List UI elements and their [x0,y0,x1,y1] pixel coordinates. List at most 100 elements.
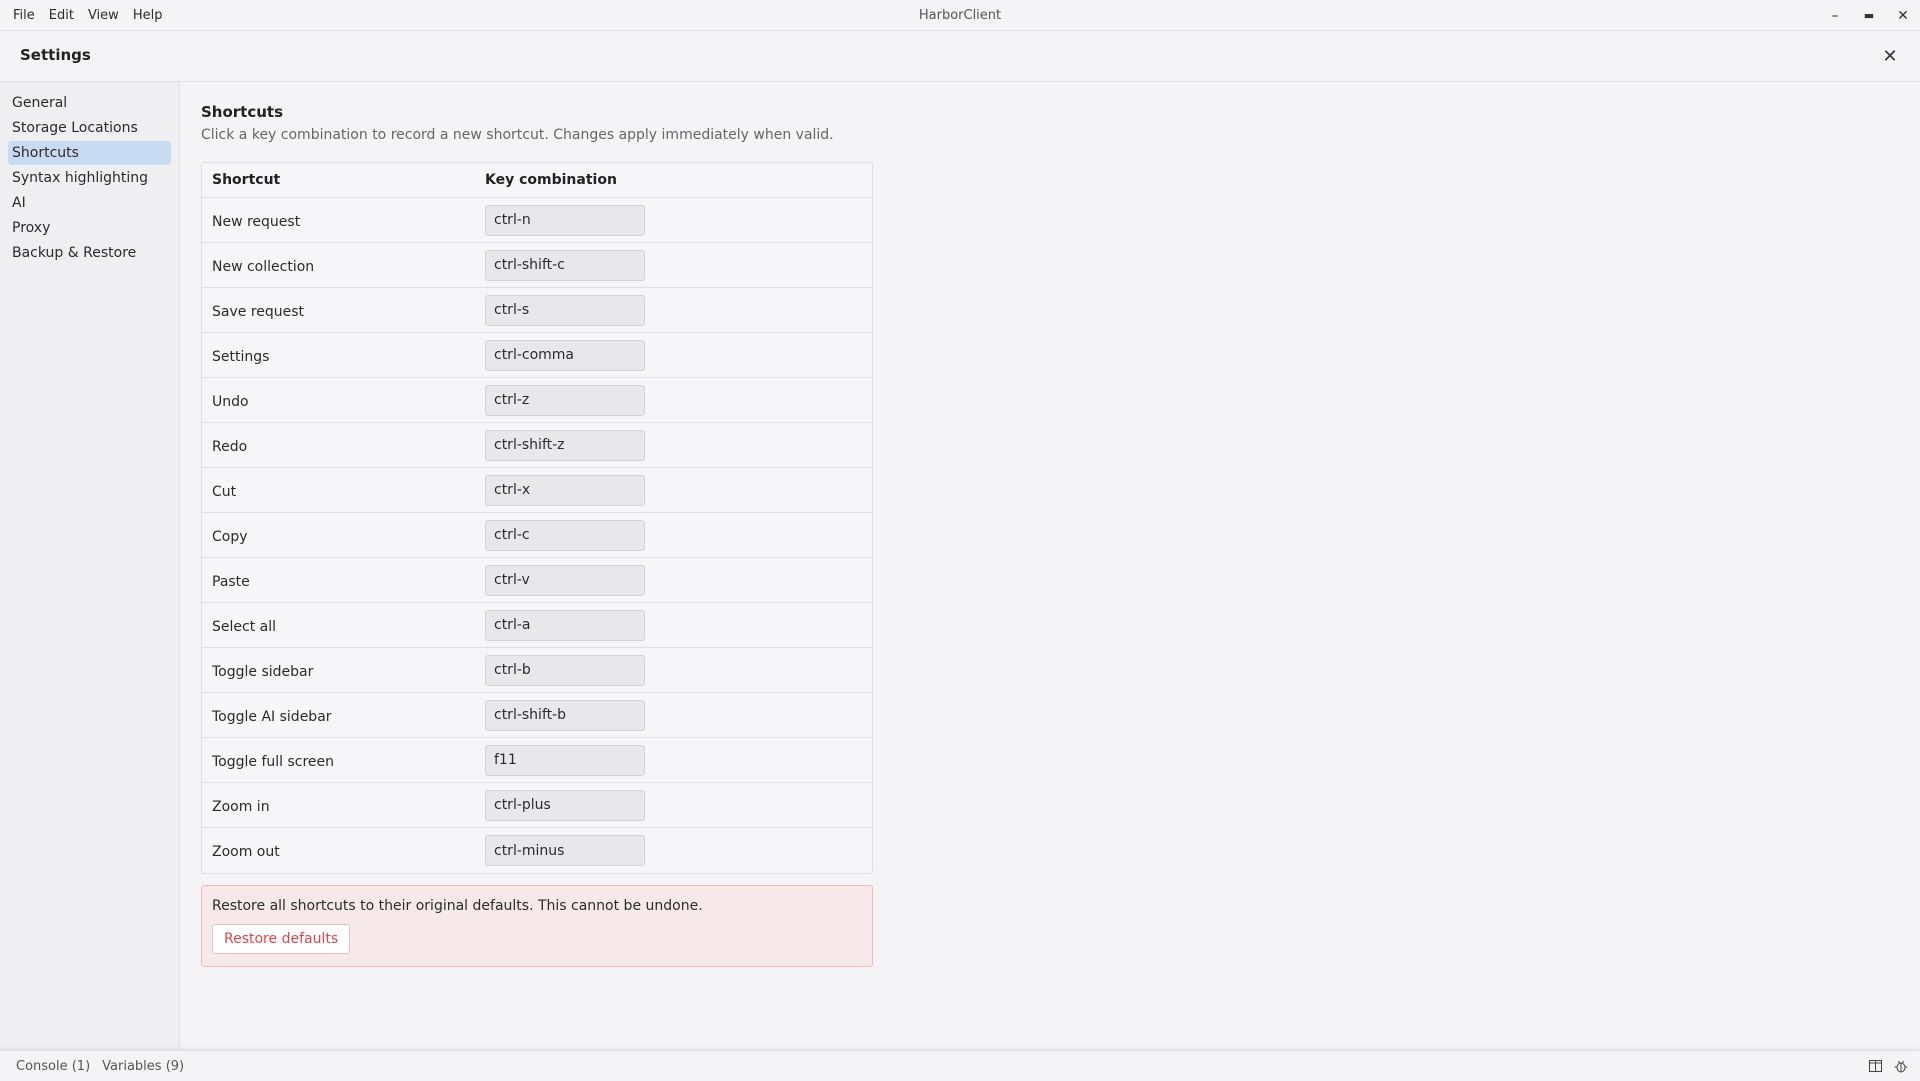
table-row: Select all [202,603,872,648]
section-description: Click a key combination to record a new … [201,127,834,143]
shortcut-cell: Toggle sidebar [202,661,485,680]
menu-help[interactable]: Help [126,8,170,23]
shortcut-name: Save request [212,303,305,320]
bug-icon[interactable] [1888,1051,1914,1081]
shortcut-name: New collection [212,258,315,275]
table-row: Toggle AI sidebar [202,693,872,738]
sidebar-item-storage-locations[interactable]: Storage Locations [8,116,171,140]
column-header-shortcut: Shortcut [212,172,281,188]
maximize-icon[interactable]: ▬ [1852,0,1886,31]
restore-defaults-button[interactable]: Restore defaults [212,924,351,954]
shortcut-name: Toggle full screen [212,753,335,770]
console-tab[interactable]: Console (1) [10,1059,96,1074]
table-row: Zoom out [202,828,872,873]
key-combination-input[interactable] [485,339,645,371]
table-row: New collection [202,243,872,288]
shortcut-name: Select all [212,618,276,635]
shortcut-name: Settings [212,348,270,365]
shortcut-cell: Copy [202,526,485,545]
key-combination-cell [485,609,872,641]
shortcut-cell: Settings [202,346,485,365]
close-window-icon[interactable]: ✕ [1886,0,1920,31]
shortcut-name: New request [212,213,301,230]
menu-file[interactable]: File [6,8,42,23]
sidebar-item-general[interactable]: General [8,91,171,115]
section-title: Shortcuts [201,103,284,121]
shortcut-name: Undo [212,393,249,410]
key-combination-cell [485,699,872,731]
table-header: Shortcut Key combination [202,163,872,198]
table-row: Save request [202,288,872,333]
settings-title: Settings [20,46,91,64]
table-row: Settings [202,333,872,378]
table-row: Toggle sidebar [202,648,872,693]
key-combination-input[interactable] [485,474,645,506]
sidebar-item-ai[interactable]: AI [8,191,171,215]
key-combination-input[interactable] [485,699,645,731]
variables-tab[interactable]: Variables (9) [96,1059,190,1074]
shortcut-name: Copy [212,528,248,545]
shortcut-cell: Save request [202,301,485,320]
table-row: Redo [202,423,872,468]
key-combination-cell [485,835,872,866]
key-combination-cell [485,384,872,416]
shortcut-name: Zoom out [212,844,280,860]
key-combination-input[interactable] [485,654,645,686]
key-combination-input[interactable] [485,294,645,326]
status-bar: Console (1) Variables (9) [0,1050,1920,1080]
key-combination-input[interactable] [485,204,645,236]
shortcut-cell: Zoom out [202,841,485,860]
key-combination-cell [485,564,872,596]
window-controls: – ▬ ✕ [1818,0,1920,31]
shortcut-cell: New collection [202,256,485,275]
key-combination-input[interactable] [485,789,645,821]
sidebar-item-proxy[interactable]: Proxy [8,216,171,240]
shortcut-name: Paste [212,573,250,590]
shortcut-cell: Cut [202,481,485,500]
title-bar: File Edit View Help HarborClient – ▬ ✕ [0,0,1920,31]
key-combination-input[interactable] [485,609,645,641]
key-combination-cell [485,474,872,506]
shortcut-cell: Select all [202,616,485,635]
settings-content: Shortcuts Click a key combination to rec… [180,82,1920,1050]
minimize-icon[interactable]: – [1818,0,1852,31]
shortcut-name: Toggle AI sidebar [212,708,332,725]
shortcut-cell: Paste [202,571,485,590]
table-row: Toggle full screen [202,738,872,783]
table-row: Copy [202,513,872,558]
key-combination-input[interactable] [485,519,645,551]
layout-icon[interactable] [1862,1051,1888,1081]
shortcut-name: Zoom in [212,798,270,815]
key-combination-input[interactable] [485,249,645,281]
key-combination-input[interactable] [485,744,645,776]
key-combination-cell [485,654,872,686]
shortcut-cell: Undo [202,391,485,410]
key-combination-cell [485,429,872,461]
sidebar-item-syntax-highlighting[interactable]: Syntax highlighting [8,166,171,190]
shortcut-name: Toggle sidebar [212,663,314,680]
shortcut-cell: New request [202,211,485,230]
menu-edit[interactable]: Edit [42,8,81,23]
menu-view[interactable]: View [81,8,126,23]
key-combination-input[interactable] [485,564,645,596]
shortcut-name: Redo [212,438,248,455]
sidebar-item-shortcuts[interactable]: Shortcuts [8,141,171,165]
app-title: HarborClient [918,8,1002,23]
table-row: Paste [202,558,872,603]
shortcuts-table: Shortcut Key combination New request New … [201,162,873,874]
table-row: New request [202,198,872,243]
key-combination-input[interactable] [485,429,645,461]
shortcut-cell: Redo [202,436,485,455]
shortcut-cell: Toggle AI sidebar [202,706,485,725]
shortcut-cell: Toggle full screen [202,751,485,770]
restore-warning-text: Restore all shortcuts to their original … [212,898,703,914]
key-combination-cell [485,789,872,821]
key-combination-cell [485,294,872,326]
sidebar-item-backup-restore[interactable]: Backup & Restore [8,241,171,265]
key-combination-input[interactable] [485,384,645,416]
key-combination-input[interactable] [485,835,645,866]
key-combination-cell [485,249,872,281]
close-icon[interactable]: ✕ [1878,44,1902,68]
menu-bar: File Edit View Help [6,0,169,31]
key-combination-cell [485,744,872,776]
